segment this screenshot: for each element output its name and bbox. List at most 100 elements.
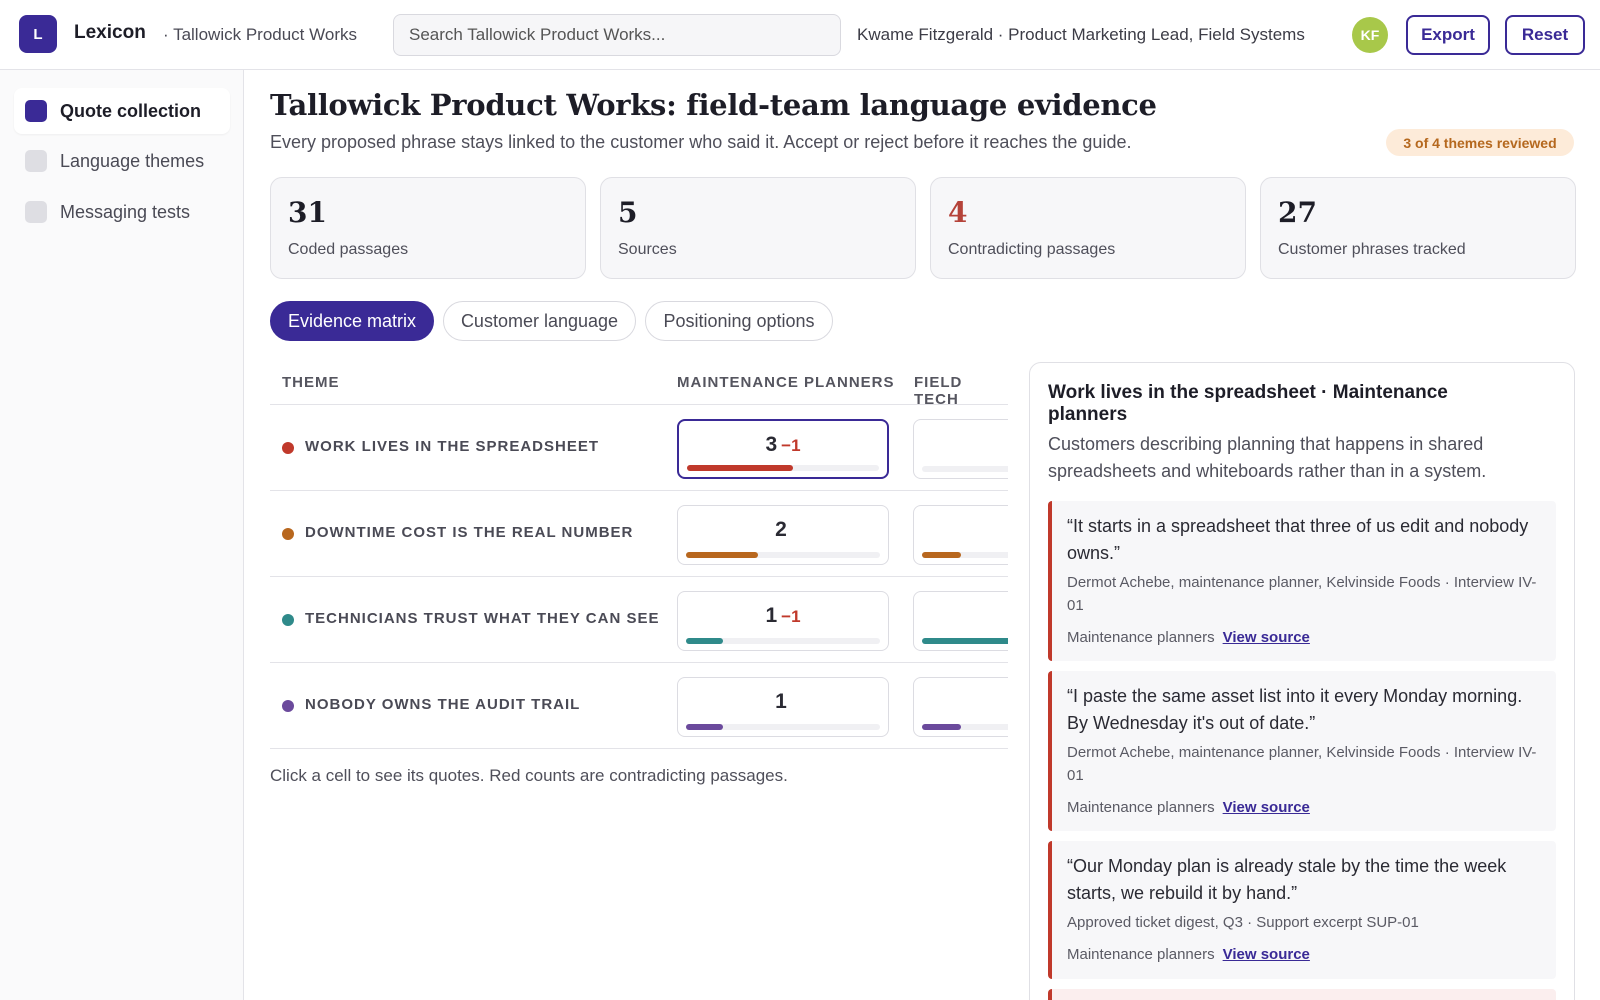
cell-contradicting-count: −1 xyxy=(781,436,801,455)
sidebar-item-label: Messaging tests xyxy=(60,201,191,222)
quote-footer: Maintenance planners View source xyxy=(1067,629,1310,646)
matrix-cell[interactable]: 1 −1 xyxy=(677,591,889,651)
search-placeholder: Search Tallowick Product Works... xyxy=(409,25,666,44)
view-source-link[interactable]: View source xyxy=(1223,946,1310,963)
reset-button[interactable]: Reset xyxy=(1505,15,1585,55)
sidebar-item-label: Quote collection xyxy=(60,100,202,121)
stat-label: Contradicting passages xyxy=(948,241,1116,258)
matrix-cell[interactable]: 0 xyxy=(913,419,1008,479)
evidence-matrix: THEME MAINTENANCE PLANNERS FIELD TECH WO… xyxy=(270,362,1008,752)
theme-label: DOWNTIME COST IS THE REAL NUMBER xyxy=(305,524,634,541)
quote-segment: Maintenance planners xyxy=(1067,629,1215,646)
cell-bar-track xyxy=(922,552,1008,558)
quote-segment: Maintenance planners xyxy=(1067,799,1215,816)
review-status-badge: 3 of 4 themes reviewed xyxy=(1386,129,1574,156)
stat-value: 27 xyxy=(1278,196,1317,229)
matrix-hint: Click a cell to see its quotes. Red coun… xyxy=(270,766,788,785)
view-source-link[interactable]: View source xyxy=(1223,629,1310,646)
quote-card: “I paste the same asset list into it eve… xyxy=(1048,671,1556,831)
stat-value: 4 xyxy=(948,196,968,229)
stat-value: 5 xyxy=(618,196,638,229)
sidebar: Quote collection Language themes Messagi… xyxy=(0,70,244,1000)
matrix-cell[interactable]: 3 −1 xyxy=(677,419,889,479)
panel-title: Work lives in the spreadsheet · Maintena… xyxy=(1048,382,1448,425)
cell-bar-track xyxy=(922,466,1008,472)
sidebar-item-label: Language themes xyxy=(60,150,205,171)
stat-label: Customer phrases tracked xyxy=(1278,241,1466,258)
matrix-row: NOBODY OWNS THE AUDIT TRAIL 1 1 xyxy=(270,662,1008,748)
matrix-cell[interactable]: 1 xyxy=(677,677,889,737)
cell-count: 2 xyxy=(775,518,787,541)
quote-footer: Maintenance planners View source xyxy=(1067,946,1310,963)
theme-color-dot xyxy=(282,614,294,626)
stat-card-coded-passages: 31 Coded passages xyxy=(270,177,586,279)
quote-card: “Our Monday plan is already stale by the… xyxy=(1048,841,1556,979)
cell-count: 1 xyxy=(765,604,778,627)
tab-positioning-options[interactable]: Positioning options xyxy=(645,301,833,341)
tab-customer-language[interactable]: Customer language xyxy=(443,301,636,341)
language-themes-icon xyxy=(25,150,47,172)
stat-value: 31 xyxy=(288,196,327,229)
matrix-cell[interactable]: 1 xyxy=(913,677,1008,737)
panel-description: Customers describing planning that happe… xyxy=(1048,434,1487,481)
matrix-cell[interactable]: 1 xyxy=(913,505,1008,565)
quote-text: “I paste the same asset list into it eve… xyxy=(1067,686,1523,733)
cell-bar-track xyxy=(686,552,880,558)
cell-bar-fill xyxy=(687,465,793,471)
app-name: Lexicon xyxy=(74,22,146,43)
quote-text: “It starts in a spreadsheet that three o… xyxy=(1067,516,1529,563)
search-input[interactable]: Search Tallowick Product Works... xyxy=(393,14,841,56)
matrix-row: DOWNTIME COST IS THE REAL NUMBER 2 1 xyxy=(270,490,1008,576)
theme-label: NOBODY OWNS THE AUDIT TRAIL xyxy=(305,696,581,713)
matrix-row: WORK LIVES IN THE SPREADSHEET 3−1 0 xyxy=(270,404,1008,490)
quote-footer: Maintenance planners View source xyxy=(1067,799,1310,816)
cell-bar-track xyxy=(687,465,879,471)
quote-detail-panel: Work lives in the spreadsheet · Maintena… xyxy=(1029,362,1575,1000)
quote-segment: Maintenance planners xyxy=(1067,946,1215,963)
cell-bar-track xyxy=(686,638,880,644)
cell-bar-fill xyxy=(922,724,961,730)
cell-bar-fill xyxy=(686,724,723,730)
breadcrumb[interactable]: · Tallowick Product Works xyxy=(163,25,357,45)
cell-contradicting-count: −1 xyxy=(781,607,801,626)
page-subtitle: Every proposed phrase stays linked to th… xyxy=(270,132,1132,152)
stat-card-contradicting-passages: 4 Contradicting passages xyxy=(930,177,1246,279)
sidebar-item-messaging-tests[interactable]: Messaging tests xyxy=(14,189,230,235)
avatar[interactable]: KF xyxy=(1352,17,1388,53)
quote-collection-icon xyxy=(25,100,47,122)
cell-bar-track xyxy=(686,724,880,730)
cell-count: 1 xyxy=(775,690,787,713)
matrix-cell[interactable]: 2 xyxy=(677,505,889,565)
tab-evidence-matrix[interactable]: Evidence matrix xyxy=(270,301,434,341)
messaging-tests-icon xyxy=(25,201,47,223)
cell-bar-track xyxy=(922,724,1008,730)
matrix-row: TECHNICIANS TRUST WHAT THEY CAN SEE 1 −1 … xyxy=(270,576,1008,662)
export-button[interactable]: Export xyxy=(1406,15,1490,55)
theme-color-dot xyxy=(282,442,294,454)
sidebar-item-language-themes[interactable]: Language themes xyxy=(14,138,230,184)
quote-card xyxy=(1048,989,1556,1000)
column-header-theme: THEME xyxy=(282,374,340,391)
cell-bar-fill xyxy=(686,552,758,558)
theme-color-dot xyxy=(282,700,294,712)
quote-card: “It starts in a spreadsheet that three o… xyxy=(1048,501,1556,661)
user-name: Kwame Fitzgerald · Product Marketing Lea… xyxy=(857,25,1305,44)
theme-label: TECHNICIANS TRUST WHAT THEY CAN SEE xyxy=(305,610,660,627)
stat-label: Sources xyxy=(618,241,677,258)
app-logo[interactable]: L xyxy=(19,15,57,53)
stat-card-customer-phrases: 27 Customer phrases tracked xyxy=(1260,177,1576,279)
cell-bar-track xyxy=(922,638,1008,644)
stat-label: Coded passages xyxy=(288,241,409,258)
quote-text: “Our Monday plan is already stale by the… xyxy=(1067,856,1507,903)
matrix-bottom-divider xyxy=(270,748,1008,749)
theme-color-dot xyxy=(282,528,294,540)
theme-label: WORK LIVES IN THE SPREADSHEET xyxy=(305,438,600,455)
quote-source: Dermot Achebe, maintenance planner, Kelv… xyxy=(1067,574,1537,614)
cell-bar-fill xyxy=(922,638,1008,644)
view-source-link[interactable]: View source xyxy=(1223,799,1310,816)
column-header-maintenance-planners: MAINTENANCE PLANNERS xyxy=(677,374,895,391)
top-bar: L Lexicon · Tallowick Product Works Sear… xyxy=(0,0,1600,70)
matrix-cell[interactable]: 5 xyxy=(913,591,1008,651)
stat-card-sources: 5 Sources xyxy=(600,177,916,279)
sidebar-item-quote-collection[interactable]: Quote collection xyxy=(14,88,230,134)
